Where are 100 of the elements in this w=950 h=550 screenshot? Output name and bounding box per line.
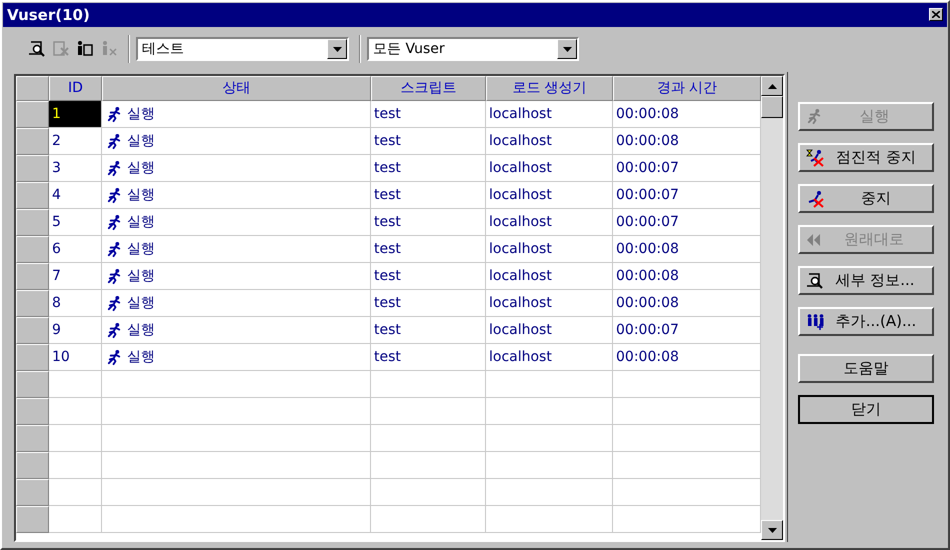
row-header[interactable] (16, 236, 49, 263)
column-header[interactable]: 경과 시간 (613, 76, 761, 101)
table-cell[interactable]: 5 (49, 209, 102, 236)
column-header[interactable]: 스크립트 (371, 76, 486, 101)
column-header[interactable]: 상태 (102, 76, 371, 101)
add-button[interactable]: 추가...(A)... (798, 307, 934, 336)
status-text: 실행 (127, 212, 155, 232)
status-text: 실행 (127, 240, 155, 258)
runner-icon (106, 186, 123, 204)
table-cell (49, 398, 102, 425)
runner-icon (106, 240, 123, 258)
row-header[interactable] (16, 398, 49, 425)
row-header[interactable] (16, 101, 49, 128)
table-cell: test (371, 128, 486, 155)
table-cell: test (371, 209, 486, 236)
close-button[interactable]: 닫기 (798, 395, 934, 424)
runner-icon (106, 322, 123, 338)
table-cell[interactable]: 6 (49, 236, 102, 263)
caret-icon (562, 46, 572, 52)
runner-icon (106, 268, 123, 284)
runner-icon (806, 108, 823, 125)
row-header[interactable] (16, 155, 49, 182)
window-title: Vuser(10) (7, 4, 90, 26)
table-cell[interactable]: 10 (49, 344, 102, 371)
table-cell (49, 371, 102, 398)
table-cell: localhost (486, 209, 613, 236)
status-text: 실행 (127, 266, 155, 286)
runner-stop-icon (806, 148, 826, 166)
magnifier-document-icon (806, 272, 824, 290)
dropdown-value: 모든 Vuser (372, 40, 446, 59)
table-cell[interactable]: 3 (49, 155, 102, 182)
dropdown[interactable]: 모든 Vuser (367, 37, 579, 62)
row-header[interactable] (16, 479, 49, 506)
scroll-thumb[interactable] (761, 96, 783, 118)
table-cell (49, 425, 102, 452)
table-cell[interactable]: 9 (49, 317, 102, 344)
table-cell (49, 506, 102, 533)
scrollbar[interactable] (761, 76, 783, 540)
table-cell[interactable]: 4 (49, 182, 102, 209)
table-cell: localhost (486, 101, 613, 128)
runner-icon (106, 294, 123, 312)
details-button[interactable]: 세부 정보... (798, 266, 934, 295)
runner-icon (106, 214, 123, 230)
magnifier-document-icon[interactable] (28, 40, 46, 58)
table-cell[interactable]: 1 (49, 101, 102, 128)
status-text: 실행 (127, 158, 155, 178)
status-text: 실행 (127, 348, 155, 366)
column-header[interactable]: ID (49, 76, 102, 101)
row-header[interactable] (16, 209, 49, 236)
table-cell: test (371, 182, 486, 209)
runner-stop-icon (806, 190, 826, 208)
caret-icon (768, 528, 776, 532)
table-cell: localhost (486, 317, 613, 344)
row-header[interactable] (16, 128, 49, 155)
scroll-down-button[interactable] (761, 520, 783, 540)
help-button[interactable]: 도움말 (798, 354, 934, 383)
table-cell (49, 479, 102, 506)
status-text: 실행 (127, 186, 155, 204)
row-header[interactable] (16, 317, 49, 344)
table-cell: localhost (486, 155, 613, 182)
runner-icon (106, 348, 123, 366)
runner-icon (106, 132, 123, 150)
row-header[interactable] (16, 506, 49, 533)
status-text: 실행 (127, 294, 155, 312)
stop-button[interactable]: 중지 (798, 184, 934, 213)
caret-icon (332, 46, 342, 52)
table-cell: test (371, 101, 486, 128)
dropdown-arrow-button[interactable] (327, 39, 347, 60)
table-cell (49, 452, 102, 479)
corner-header (16, 76, 49, 101)
scroll-up-button[interactable] (761, 76, 783, 96)
table-cell: localhost (486, 290, 613, 317)
dropdown-value: 테스트 (141, 40, 185, 59)
runner-icon (106, 160, 123, 176)
row-header[interactable] (16, 425, 49, 452)
column-header[interactable]: 로드 생성기 (486, 76, 613, 101)
row-header[interactable] (16, 263, 49, 290)
row-header[interactable] (16, 371, 49, 398)
dropdown[interactable]: 테스트 (136, 37, 349, 62)
close-button[interactable] (929, 8, 943, 22)
table-cell: test (371, 290, 486, 317)
row-header[interactable] (16, 452, 49, 479)
table-cell: localhost (486, 182, 613, 209)
row-header[interactable] (16, 182, 49, 209)
gradual-stop-button[interactable]: 점진적 중지 (798, 143, 934, 172)
people-add-icon (806, 312, 826, 330)
table-cell[interactable]: 8 (49, 290, 102, 317)
dropdown-arrow-button[interactable] (557, 39, 577, 60)
caret-icon (768, 84, 776, 88)
table-cell: test (371, 236, 486, 263)
row-header[interactable] (16, 290, 49, 317)
table-cell[interactable]: 7 (49, 263, 102, 290)
status-text: 실행 (127, 132, 155, 150)
status-text: 실행 (127, 104, 155, 124)
table-cell[interactable]: 2 (49, 128, 102, 155)
row-header[interactable] (16, 344, 49, 371)
close-icon (932, 11, 940, 18)
table-cell: test (371, 155, 486, 182)
table-cell: test (371, 263, 486, 290)
runner-icon (106, 106, 123, 122)
